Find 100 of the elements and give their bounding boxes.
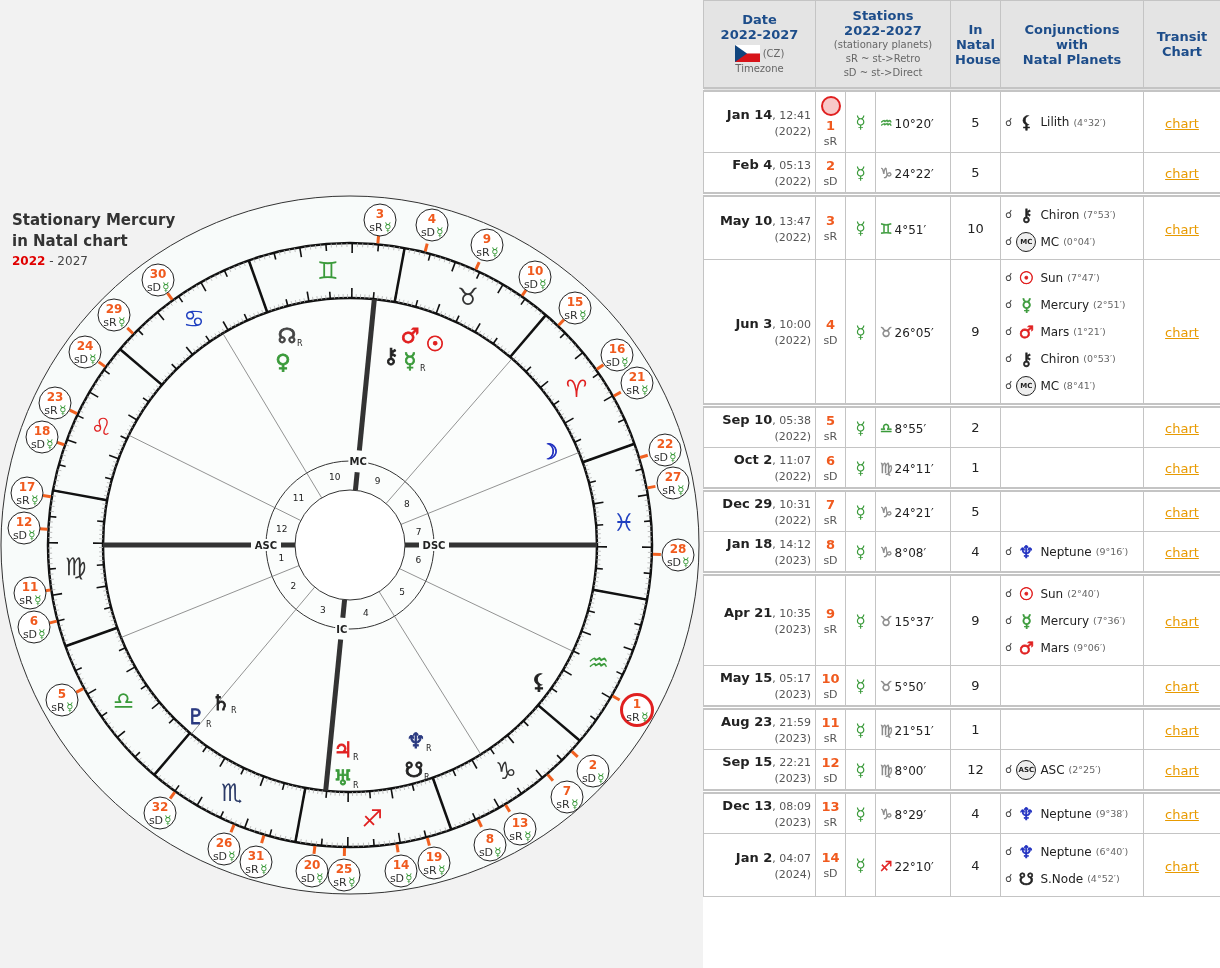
station-motion: sR xyxy=(822,731,839,745)
zodiac-sign: ♒ xyxy=(587,649,610,678)
house-cell: 9 xyxy=(950,573,1001,666)
station-number: 3 xyxy=(375,207,385,221)
planet-glyph: ⚷ xyxy=(1019,348,1034,369)
station-motion: sD xyxy=(73,353,89,366)
mercury-glyph: ☿ xyxy=(855,218,866,238)
orb-text: (7°47′) xyxy=(1067,272,1100,283)
station-number: 10 xyxy=(820,670,841,686)
planet-glyph: ♆ xyxy=(1017,541,1035,562)
zodiac-sign: ♊ xyxy=(880,220,893,237)
station-number: 24 xyxy=(76,339,94,353)
station-date: Oct 2, 11:07 xyxy=(732,452,811,467)
house-number: 8 xyxy=(404,499,410,510)
station-date: Feb 4, 05:13 xyxy=(731,157,811,172)
station-motion: sR xyxy=(822,429,839,443)
zodiac-sign: ♑ xyxy=(880,504,893,520)
house-cell: 4 xyxy=(950,791,1001,834)
mercury-glyph: ☿ xyxy=(539,277,547,291)
station-year: (2022) xyxy=(773,334,811,347)
station-date: Sep 10, 05:38 xyxy=(721,412,811,427)
chart-link[interactable]: chart xyxy=(1165,421,1199,436)
zodiac-sign: ♈ xyxy=(565,374,588,403)
house-cell: 1 xyxy=(950,707,1001,750)
mercury-glyph: ☿ xyxy=(491,245,499,259)
zodiac-sign: ♍ xyxy=(65,552,87,581)
chart-link[interactable]: chart xyxy=(1165,858,1199,874)
orb-text: (2°40′) xyxy=(1067,588,1100,599)
house-cell: 5 xyxy=(950,489,1001,532)
planet-name: Mercury xyxy=(1040,613,1090,628)
conjunction-glyph: ☌ xyxy=(1005,298,1013,311)
station-motion: sD xyxy=(478,846,494,859)
mercury-glyph: ☿ xyxy=(597,771,605,785)
house-number: 1 xyxy=(278,553,285,564)
station-number: 13 xyxy=(820,798,841,814)
mercury-glyph: ☿ xyxy=(494,845,502,859)
station-motion: sD xyxy=(822,771,839,785)
zodiac-sign: ♒ xyxy=(880,114,893,131)
house-number: 7 xyxy=(415,526,422,537)
mercury-glyph: ☿ xyxy=(855,112,866,132)
station-number: 25 xyxy=(335,862,353,876)
orb-text: (4°32′) xyxy=(1073,116,1106,128)
zodiac-sign: ♋ xyxy=(183,304,205,333)
station-year: (2022) xyxy=(773,514,811,527)
conjunction-glyph: ☌ xyxy=(1005,271,1013,284)
mercury-glyph: ☿ xyxy=(579,308,587,322)
conjunction-glyph: ☌ xyxy=(1005,352,1013,365)
planet-glyph: ☿ xyxy=(1020,294,1033,315)
station-number: 22 xyxy=(656,437,674,451)
conjunction-glyph: ☌ xyxy=(1005,807,1013,820)
house-number: 11 xyxy=(292,492,305,503)
column-header: In Natal House xyxy=(955,21,1001,67)
house-cell: 2 xyxy=(950,405,1001,448)
retrograde-mark: R xyxy=(420,364,426,373)
mercury-glyph: ☿ xyxy=(641,383,649,397)
chart-link[interactable]: chart xyxy=(1165,461,1199,476)
mercury-glyph: ☿ xyxy=(436,225,444,239)
chart-link[interactable]: chart xyxy=(1165,679,1199,694)
station-year: (2022) xyxy=(773,470,811,483)
chart-link[interactable]: chart xyxy=(1165,545,1199,560)
column-header: Transit Chart xyxy=(1156,29,1208,59)
chart-link[interactable]: chart xyxy=(1165,166,1199,181)
planet-name: MC xyxy=(1040,234,1060,249)
station-motion: sR xyxy=(626,384,640,397)
chart-title: Stationary Mercury in Natal chart xyxy=(12,211,176,250)
station-number: 14 xyxy=(820,850,841,865)
degree-text: 8°55′ xyxy=(894,422,927,436)
station-number: 15 xyxy=(566,295,584,309)
station-number: 21 xyxy=(628,370,646,384)
chart-link[interactable]: chart xyxy=(1165,325,1199,340)
station-number: 16 xyxy=(608,342,626,356)
station-date: Jan 2, 04:07 xyxy=(734,849,811,865)
planet-glyph: ♄ xyxy=(211,691,231,715)
mercury-glyph: ☿ xyxy=(524,829,532,843)
orb-text: (7°53′) xyxy=(1083,209,1116,220)
chart-link[interactable]: chart xyxy=(1165,221,1199,237)
planet-name: Mercury xyxy=(1040,297,1090,312)
retrograde-mark: R xyxy=(297,339,303,348)
chart-link[interactable]: chart xyxy=(1165,807,1199,822)
station-motion: sD xyxy=(666,556,682,569)
orb-text: (2°51′) xyxy=(1093,299,1126,310)
station-motion: sR xyxy=(662,484,676,497)
station-number: 13 xyxy=(511,816,529,830)
planet-name: ASC xyxy=(1040,762,1065,777)
chart-link[interactable]: chart xyxy=(1165,614,1199,629)
mercury-glyph: ☿ xyxy=(855,675,866,696)
planet-glyph: ⚷ xyxy=(383,344,399,368)
station-motion: sR xyxy=(822,622,839,636)
mercury-glyph: ☿ xyxy=(641,710,649,724)
planet-name: Sun xyxy=(1040,586,1064,601)
station-number: 11 xyxy=(21,580,39,594)
flag-icon xyxy=(734,45,760,62)
chart-link[interactable]: chart xyxy=(1165,763,1199,778)
mercury-glyph: ☿ xyxy=(66,700,74,714)
chart-link[interactable]: chart xyxy=(1165,723,1199,738)
chart-link[interactable]: chart xyxy=(1165,115,1199,131)
mercury-glyph: ☿ xyxy=(855,162,866,183)
station-motion: sD xyxy=(822,687,839,701)
chart-link[interactable]: chart xyxy=(1165,505,1199,520)
year-range: 2022 - 2027 xyxy=(12,254,88,268)
